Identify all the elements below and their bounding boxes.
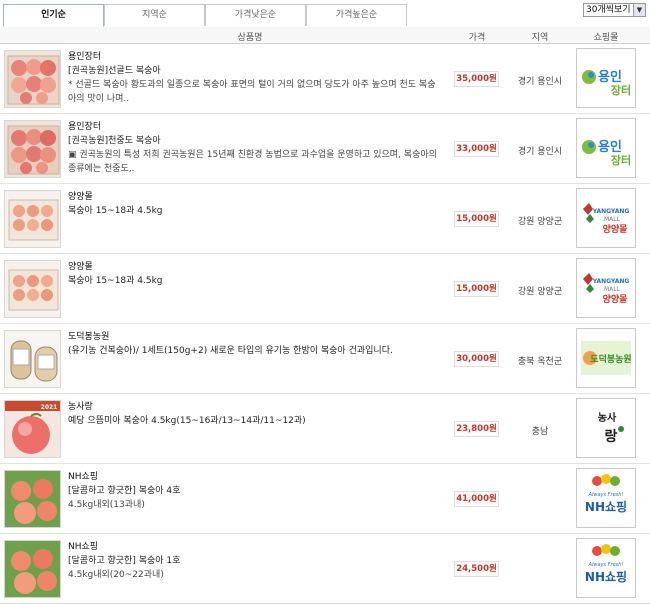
product-image[interactable] <box>4 120 61 178</box>
mall-logo[interactable]: Always Fresh! NH쇼핑 <box>576 538 636 598</box>
product-title[interactable]: 복숭아 15~18과 4.5kg <box>68 204 443 218</box>
region-text: 충남 <box>531 427 549 437</box>
list-item: 도덕봉농원 (유기농 건복숭아)/ 1세트(150g+2) 새로운 타입의 유기… <box>0 324 650 394</box>
product-info: NH쇼핑 [달콤하고 향긋한] 복숭아 4호 4.5kg내외(13과내) <box>68 470 443 512</box>
product-info: NH쇼핑 [달콤하고 향긋한] 복숭아 1호 4.5kg내외(20~22과내) <box>68 540 443 582</box>
seller-name[interactable]: 양양몰 <box>68 190 443 204</box>
header-product: 상품명 <box>237 33 263 43</box>
svg-text:용인: 용인 <box>598 69 622 85</box>
product-image[interactable] <box>4 540 61 598</box>
svg-text:YANGYANG: YANGYANG <box>592 278 630 285</box>
product-title[interactable]: [권곡농원]천중도 복숭아 <box>68 134 443 148</box>
mall-logo[interactable]: YANGYANG .MALL 양양몰 <box>576 188 636 248</box>
svg-text:양양몰: 양양몰 <box>603 293 628 305</box>
list-item: NH쇼핑 [달콤하고 향긋한] 복숭아 1호 4.5kg내외(20~22과내) … <box>0 534 650 604</box>
price-badge: 30,000원 <box>454 351 499 367</box>
chevron-down-icon[interactable]: ▼ <box>633 4 645 16</box>
mall-logo[interactable]: Always Fresh! NH쇼핑 <box>576 468 636 528</box>
list-item: NH쇼핑 [달콤하고 향긋한] 복숭아 4호 4.5kg내외(13과내) 41,… <box>0 464 650 534</box>
header-mall: 쇼핑몰 <box>593 33 619 43</box>
header-price: 가격 <box>468 33 486 43</box>
region-text: 충북 옥천군 <box>517 357 563 367</box>
seller-name[interactable]: 양양몰 <box>68 260 443 274</box>
product-list: 용인장터 [권곡농원]선골드 복숭아 * 선골드 복숭아 황도과의 일종으로 복… <box>0 44 650 604</box>
product-title[interactable]: (유기농 건복숭아)/ 1세트(150g+2) 새로운 타입의 유기농 한방이 … <box>68 344 443 358</box>
product-title[interactable]: 예당 으뜸미아 복숭아 4.5kg(15~16과/13~14과/11~12과) <box>68 414 443 428</box>
product-title[interactable]: [권곡농원]선골드 복숭아 <box>68 64 443 78</box>
svg-text:Always Fresh!: Always Fresh! <box>588 492 624 498</box>
list-item: 2021 농사랑 예당 으뜸미아 복숭아 4.5kg(15~16과/13~14과… <box>0 394 650 464</box>
product-image[interactable] <box>4 470 61 528</box>
price-badge: 23,800원 <box>454 421 499 437</box>
tab-region[interactable]: 지역순 <box>104 4 205 26</box>
product-desc: * 선골드 복숭아 황도과의 일종으로 복숭아 표면의 털이 거의 없으며 당도… <box>68 80 436 104</box>
svg-text:장터: 장터 <box>611 83 631 97</box>
mall-logo[interactable]: 용인 장터 <box>576 118 636 178</box>
header-region: 지역 <box>531 33 549 43</box>
product-title[interactable]: 복숭아 15~18과 4.5kg <box>68 274 443 288</box>
product-info: 양양몰 복숭아 15~18과 4.5kg <box>68 190 443 218</box>
per-page-select[interactable]: 30개씩보기 ▼ <box>583 3 646 17</box>
mall-logo[interactable]: 도덕봉농원 <box>576 328 636 388</box>
mall-logo[interactable]: 농사 랑 <box>576 398 636 458</box>
seller-name[interactable]: NH쇼핑 <box>68 470 443 484</box>
list-item: 양양몰 복숭아 15~18과 4.5kg 15,000원 강원 양양군 YANG… <box>0 254 650 324</box>
product-info: 용인장터 [권곡농원]선골드 복숭아 * 선골드 복숭아 황도과의 일종으로 복… <box>68 50 443 106</box>
product-info: 도덕봉농원 (유기농 건복숭아)/ 1세트(150g+2) 새로운 타입의 유기… <box>68 330 443 358</box>
product-desc: 4.5kg내외(13과내) <box>68 500 145 510</box>
tab-popular[interactable]: 인기순 <box>3 4 104 27</box>
seller-name[interactable]: 용인장터 <box>68 120 443 134</box>
price-badge: 24,500원 <box>454 561 499 577</box>
product-title[interactable]: [달콤하고 향긋한] 복숭아 4호 <box>68 484 443 498</box>
mall-logo[interactable]: 용인 장터 <box>576 48 636 108</box>
tab-price-high[interactable]: 가격높은순 <box>306 4 407 26</box>
svg-text:용인: 용인 <box>598 139 622 155</box>
per-page-value: 30개씩보기 <box>586 5 631 15</box>
svg-text:랑: 랑 <box>605 429 618 445</box>
region-text: 경기 용인시 <box>517 77 563 87</box>
product-image[interactable]: 2021 <box>4 400 61 458</box>
tab-price-low[interactable]: 가격낮은순 <box>205 4 306 26</box>
seller-name[interactable]: 농사랑 <box>68 400 443 414</box>
price-badge: 41,000원 <box>454 491 499 507</box>
product-image[interactable] <box>4 330 61 388</box>
svg-text:YANGYANG: YANGYANG <box>592 208 630 215</box>
product-title[interactable]: [달콤하고 향긋한] 복숭아 1호 <box>68 554 443 568</box>
list-item: 양양몰 복숭아 15~18과 4.5kg 15,000원 강원 양양군 YANG… <box>0 184 650 254</box>
svg-text:.MALL: .MALL <box>602 216 621 223</box>
product-desc: 4.5kg내외(20~22과내) <box>68 570 164 580</box>
product-image[interactable] <box>4 190 61 248</box>
svg-text:NH쇼핑: NH쇼핑 <box>585 569 627 584</box>
list-item: 용인장터 [권곡농원]천중도 복숭아 ▣ 권곡농원의 특성 저희 권곡농원은 1… <box>0 114 650 184</box>
price-badge: 15,000원 <box>454 211 499 227</box>
list-header: 상품명 가격 지역 쇼핑몰 <box>0 27 650 44</box>
price-badge: 33,000원 <box>454 141 499 157</box>
svg-text:NH쇼핑: NH쇼핑 <box>585 499 627 514</box>
svg-text:Always Fresh!: Always Fresh! <box>588 562 624 568</box>
region-text: 강원 양양군 <box>517 287 563 297</box>
product-image[interactable] <box>4 50 61 108</box>
product-info: 용인장터 [권곡농원]천중도 복숭아 ▣ 권곡농원의 특성 저희 권곡농원은 1… <box>68 120 443 176</box>
region-text: 강원 양양군 <box>517 217 563 227</box>
product-desc: ▣ 권곡농원의 특성 저희 권곡농원은 15년째 친환경 농법으로 과수업을 운… <box>68 150 437 174</box>
svg-text:장터: 장터 <box>611 153 631 167</box>
svg-text:2021: 2021 <box>41 404 58 411</box>
list-item: 용인장터 [권곡농원]선골드 복숭아 * 선골드 복숭아 황도과의 일종으로 복… <box>0 44 650 114</box>
product-image[interactable] <box>4 260 61 318</box>
svg-text:도덕봉농원: 도덕봉농원 <box>590 353 631 365</box>
mall-logo[interactable]: YANGYANG .MALL 양양몰 <box>576 258 636 318</box>
product-info: 양양몰 복숭아 15~18과 4.5kg <box>68 260 443 288</box>
seller-name[interactable]: 용인장터 <box>68 50 443 64</box>
svg-text:양양몰: 양양몰 <box>603 223 628 235</box>
product-info: 농사랑 예당 으뜸미아 복숭아 4.5kg(15~16과/13~14과/11~1… <box>68 400 443 428</box>
region-text: 경기 용인시 <box>517 147 563 157</box>
svg-text:.MALL: .MALL <box>602 286 621 293</box>
price-badge: 15,000원 <box>454 281 499 297</box>
seller-name[interactable]: 도덕봉농원 <box>68 330 443 344</box>
sort-tabs: 인기순 지역순 가격낮은순 가격높은순 <box>3 4 407 27</box>
seller-name[interactable]: NH쇼핑 <box>68 540 443 554</box>
svg-text:농사: 농사 <box>598 411 617 424</box>
price-badge: 35,000원 <box>454 71 499 87</box>
